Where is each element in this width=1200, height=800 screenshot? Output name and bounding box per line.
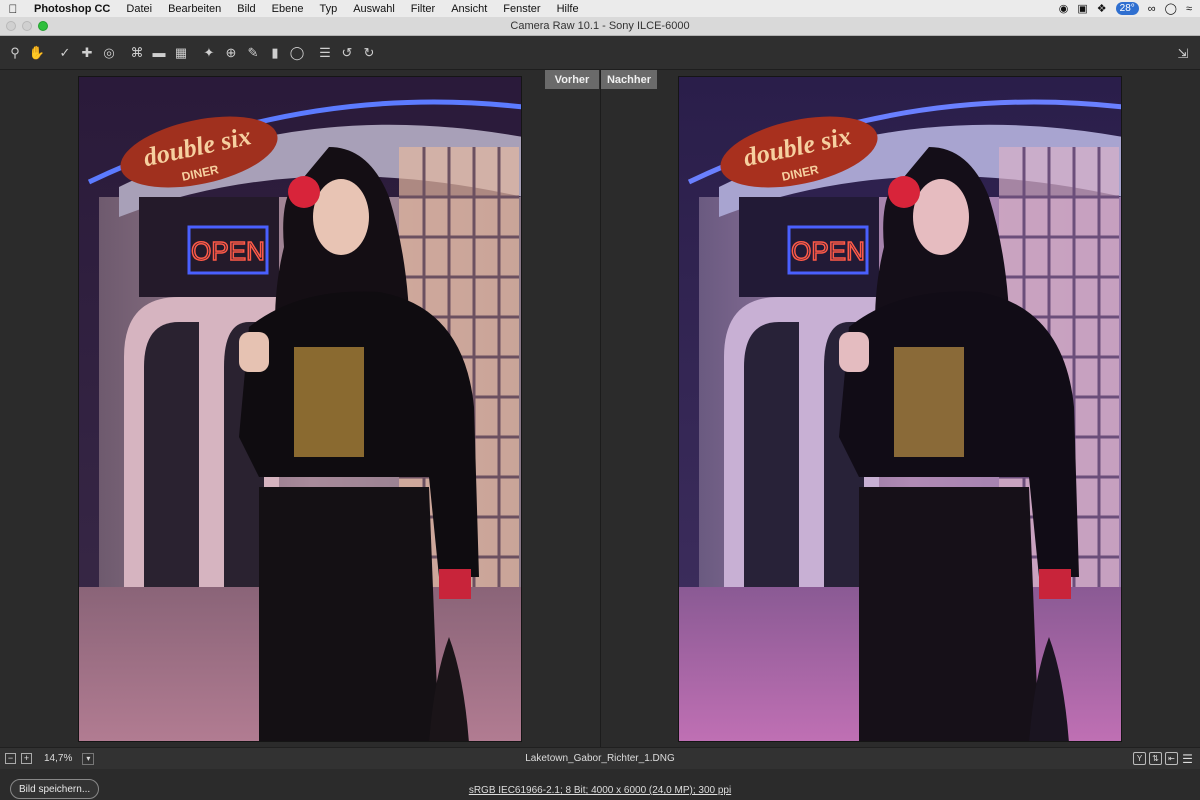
preferences-icon[interactable]: ☰: [316, 44, 334, 62]
fullscreen-toggle-icon[interactable]: ⇲: [1174, 44, 1192, 62]
radial-filter-icon[interactable]: ◯: [288, 44, 306, 62]
wifi-icon[interactable]: ≈: [1186, 3, 1192, 15]
creative-cloud-icon[interactable]: ∞: [1148, 3, 1156, 15]
crop-tool-icon[interactable]: ⌘: [128, 44, 146, 62]
red-eye-tool-icon[interactable]: ⊕: [222, 44, 240, 62]
macos-menubar:  Photoshop CC Datei Bearbeiten Bild Ebe…: [0, 0, 1200, 17]
open-neon-sign: OPEN: [191, 236, 265, 266]
view-preferences-icon[interactable]: ☰: [1181, 752, 1194, 766]
file-name: Laketown_Gabor_Richter_1.DNG: [525, 753, 675, 764]
menu-auswahl[interactable]: Auswahl: [345, 3, 403, 15]
compare-divider: [600, 70, 601, 747]
record-icon[interactable]: ◉: [1059, 2, 1069, 15]
swap-settings-icon[interactable]: ⇅: [1149, 752, 1162, 765]
compare-view-controls: Y ⇅ ⇤ ☰: [1133, 752, 1194, 766]
copy-settings-icon[interactable]: ⇤: [1165, 752, 1178, 765]
window-controls: [6, 21, 48, 31]
menu-app-name[interactable]: Photoshop CC: [26, 3, 118, 15]
circle-app-icon[interactable]: ◯: [1165, 2, 1177, 15]
close-window-button[interactable]: [6, 21, 16, 31]
menu-ansicht[interactable]: Ansicht: [443, 3, 495, 15]
menu-filter[interactable]: Filter: [403, 3, 443, 15]
menu-datei[interactable]: Datei: [118, 3, 160, 15]
white-balance-tool-icon[interactable]: ✓: [56, 44, 74, 62]
preview-statusbar: − + 14,7% ▾ Laketown_Gabor_Richter_1.DNG…: [0, 747, 1200, 769]
zoom-tool-icon[interactable]: ⚲: [6, 44, 24, 62]
screen-icon[interactable]: ▣: [1077, 2, 1087, 15]
after-label: Nachher: [601, 70, 657, 89]
spot-removal-tool-icon[interactable]: ✦: [200, 44, 218, 62]
rotate-left-icon[interactable]: ↺: [338, 44, 356, 62]
menu-fenster[interactable]: Fenster: [495, 3, 548, 15]
menu-hilfe[interactable]: Hilfe: [549, 3, 587, 15]
camera-raw-footer: Bild speichern... sRGB IEC61966-2.1; 8 B…: [0, 769, 1200, 800]
weather-badge[interactable]: 28°: [1115, 2, 1139, 15]
before-photo[interactable]: double six DINER OPEN: [78, 76, 522, 742]
fullscreen-window-button[interactable]: [38, 21, 48, 31]
rotate-right-icon[interactable]: ↻: [360, 44, 378, 62]
menu-bearbeiten[interactable]: Bearbeiten: [160, 3, 229, 15]
before-after-mode-icon[interactable]: Y: [1133, 752, 1146, 765]
preview-area: Vorher Nachher double six DINER OPEN dou…: [0, 70, 1200, 747]
color-sampler-tool-icon[interactable]: ✚: [78, 44, 96, 62]
dropbox-icon[interactable]: ❖: [1097, 2, 1107, 15]
zoom-level: 14,7%: [44, 753, 73, 764]
minimize-window-button[interactable]: [22, 21, 32, 31]
zoom-dropdown-icon[interactable]: ▾: [82, 752, 95, 765]
menu-typ[interactable]: Typ: [311, 3, 345, 15]
before-label: Vorher: [545, 70, 599, 89]
menu-ebene[interactable]: Ebene: [264, 3, 312, 15]
graduated-filter-icon[interactable]: ▮: [266, 44, 284, 62]
before-photo-render: double six DINER OPEN: [79, 77, 521, 741]
zoom-in-button[interactable]: +: [21, 753, 32, 764]
zoom-out-button[interactable]: −: [5, 753, 16, 764]
targeted-adjustment-tool-icon[interactable]: ◎: [100, 44, 118, 62]
system-tray: ◉ ▣ ❖ 28° ∞ ◯ ≈: [1059, 2, 1200, 15]
transform-tool-icon[interactable]: ▦: [172, 44, 190, 62]
adjustment-brush-icon[interactable]: ✎: [244, 44, 262, 62]
after-photo-render: double six DINER OPEN: [679, 77, 1121, 741]
after-photo[interactable]: double six DINER OPEN: [678, 76, 1122, 742]
apple-icon[interactable]: : [0, 2, 26, 16]
camera-raw-toolbar: ⚲ ✋ ✓ ✚ ◎ ⌘ ▬ ▦ ✦ ⊕ ✎ ▮ ◯ ☰ ↺ ↻ ⇲: [0, 36, 1200, 70]
window-titlebar: Camera Raw 10.1 - Sony ILCE-6000: [0, 17, 1200, 36]
open-neon-sign: OPEN: [791, 236, 865, 266]
workflow-options-link[interactable]: sRGB IEC61966-2.1; 8 Bit; 4000 x 6000 (2…: [0, 785, 1200, 796]
straighten-tool-icon[interactable]: ▬: [150, 44, 168, 62]
window-title: Camera Raw 10.1 - Sony ILCE-6000: [510, 20, 690, 32]
hand-tool-icon[interactable]: ✋: [28, 44, 46, 62]
menu-bild[interactable]: Bild: [229, 3, 263, 15]
